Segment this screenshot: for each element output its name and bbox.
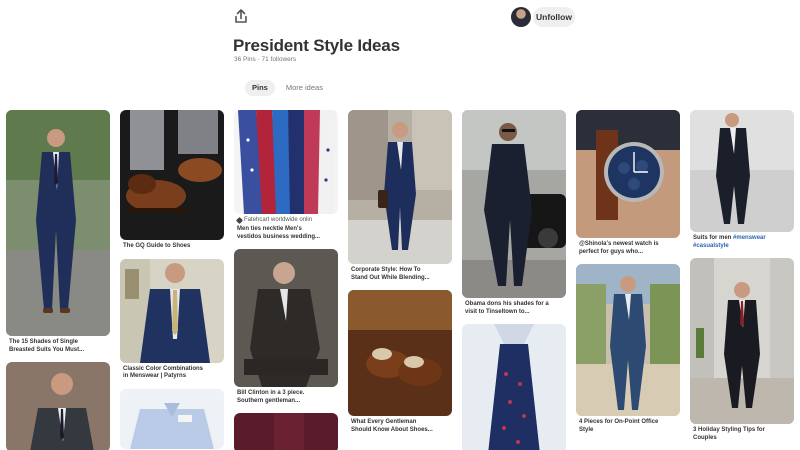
pin-image-corporate-street[interactable] [348,110,452,264]
pin-card[interactable]: The GQ Guide to Shoes [120,110,224,251]
hashtag-link[interactable]: #menswear [733,235,766,241]
pin-image-three-piece-suit[interactable] [234,249,338,388]
tab-more-ideas[interactable]: More ideas [279,80,330,96]
pin-card[interactable] [120,388,224,449]
pin-grid: The 15 Shades of Single Breasted Suits Y… [6,110,796,450]
pin-image-burgundy-fabric[interactable] [234,413,338,450]
pin-caption[interactable]: The 15 Shades of Single Breasted Suits Y… [6,336,110,354]
pin-card[interactable]: @Shinola's newest watch is perfect for g… [576,110,680,256]
pin-caption[interactable]: What Every Gentleman Should Know About S… [348,416,452,434]
pin-card[interactable] [462,324,566,450]
pin-column: The 15 Shades of Single Breasted Suits Y… [6,110,110,450]
pin-image-office-style[interactable] [576,264,680,417]
pin-image-navy-suit[interactable] [6,110,110,336]
board-tabs: Pins More ideas [245,80,330,96]
pin-image-shinola-watch[interactable] [576,110,680,238]
pin-column: Fatehcart worldwide onlin Men ties neckt… [234,110,338,450]
pin-card[interactable]: Suits for men #menswear #casualstyle [690,110,794,250]
pins-count: 36 Pins [234,56,256,63]
pin-caption[interactable]: @Shinola's newest watch is perfect for g… [576,238,680,256]
pin-image-leather-shoes[interactable] [348,290,452,417]
pin-caption[interactable]: Men ties necktie Men's vestidos business… [234,223,338,241]
pin-card[interactable]: 3 Holiday Styling Tips for Couples [690,258,794,442]
pin-column: @Shinola's newest watch is perfect for g… [576,110,680,442]
pin-caption[interactable]: Obama dons his shades for a visit to Tin… [462,298,566,316]
pin-card[interactable] [234,413,338,450]
share-upload-icon [235,9,247,23]
pin-card[interactable]: 4 Pieces for On-Point Office Style [576,264,680,434]
pin-image-neckties[interactable] [234,110,338,214]
pin-image-navy-tie-dots[interactable] [462,324,566,450]
pin-image-suits-for-men[interactable] [690,110,794,232]
hashtag-link[interactable]: #casualstyle [693,243,729,249]
tab-pins[interactable]: Pins [245,80,275,96]
unfollow-button[interactable]: Unfollow [533,7,575,27]
pin-image-navy-suit-khaki-tie[interactable] [120,258,224,363]
pin-card[interactable]: What Every Gentleman Should Know About S… [348,290,452,434]
pin-card[interactable]: Fatehcart worldwide onlin Men ties neckt… [234,110,338,241]
pin-image-brown-oxfords[interactable] [120,110,224,240]
pin-column: The GQ Guide to Shoes Classic Color Comb… [120,110,224,450]
pin-caption[interactable]: Suits for men #menswear #casualstyle [690,232,794,250]
pin-image-obama-shades[interactable] [462,110,566,298]
pin-caption[interactable]: 4 Pieces for On-Point Office Style [576,416,680,434]
board-title: President Style Ideas [233,36,400,55]
pin-caption[interactable]: Classic Color Combinations in Menswear |… [120,363,224,381]
board-owner-avatar[interactable] [511,7,531,27]
pin-image-holiday-styling[interactable] [690,258,794,425]
pin-image-beckham-suit[interactable] [6,362,110,450]
pin-card[interactable]: Corporate Style: How To Stand Out While … [348,110,452,282]
pin-image-blue-shirt[interactable] [120,388,224,449]
pin-card[interactable]: Classic Color Combinations in Menswear |… [120,258,224,381]
pin-source-label: Fatehcart worldwide onlin [244,217,313,223]
pin-caption[interactable]: 3 Holiday Styling Tips for Couples [690,424,794,442]
pin-card[interactable]: Obama dons his shades for a visit to Tin… [462,110,566,316]
pin-caption[interactable]: The GQ Guide to Shoes [120,240,224,251]
pin-column: Corporate Style: How To Stand Out While … [348,110,452,442]
followers-count[interactable]: 71 followers [261,56,296,63]
pin-column: Obama dons his shades for a visit to Tin… [462,110,566,450]
pin-source[interactable]: Fatehcart worldwide onlin [234,214,338,224]
pin-column: Suits for men #menswear #casualstyle 3 Ho… [690,110,794,450]
share-button[interactable] [232,8,250,26]
pin-caption[interactable]: Corporate Style: How To Stand Out While … [348,264,452,282]
pin-caption[interactable]: Bill Clinton in a 3 piece. Southern gent… [234,387,338,405]
pin-card[interactable] [6,362,110,450]
pin-card[interactable]: The 15 Shades of Single Breasted Suits Y… [6,110,110,354]
stats-separator: · [257,56,260,63]
pin-caption-text: Suits for men [693,235,734,241]
board-stats: 36 Pins · 71 followers [234,56,296,63]
pin-card[interactable]: Bill Clinton in a 3 piece. Southern gent… [234,249,338,405]
